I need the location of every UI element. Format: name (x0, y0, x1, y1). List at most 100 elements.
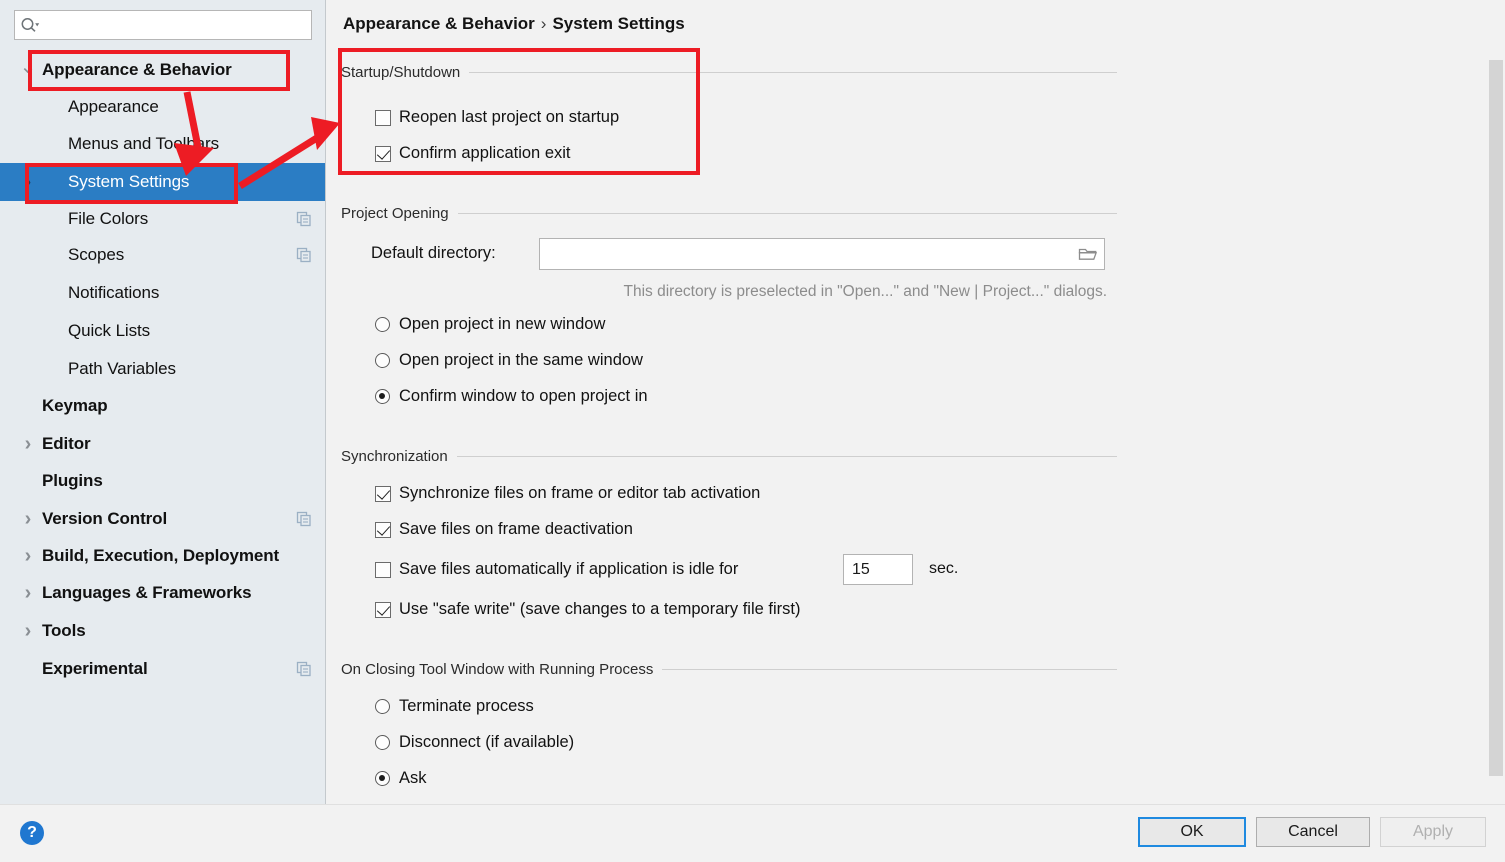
sidebar-item-appearance-behavior[interactable]: ⌄ Appearance & Behavior (0, 51, 325, 89)
radio-confirm-window-to-open[interactable]: Confirm window to open project in (375, 387, 648, 406)
checkbox-label: Confirm application exit (399, 144, 571, 162)
sidebar-item-quick-lists[interactable]: Quick Lists (0, 312, 325, 350)
checkbox-save-files-on-frame-deactivation[interactable]: Save files on frame deactivation (375, 520, 633, 539)
help-glyph: ? (27, 824, 37, 841)
ok-button[interactable]: OK (1138, 817, 1246, 847)
copy-documents-icon (296, 247, 312, 263)
radio-ask[interactable]: Ask (375, 769, 427, 788)
sidebar-item-label: Scopes (68, 245, 125, 264)
radio-label: Terminate process (399, 697, 534, 715)
apply-label: Apply (1412, 823, 1454, 840)
section-closing-tool-window: On Closing Tool Window with Running Proc… (341, 659, 1117, 679)
chevron-right-icon[interactable]: › (20, 508, 36, 530)
checkbox-box[interactable] (375, 485, 391, 502)
default-directory-label: Default directory: (371, 244, 496, 262)
sidebar-item-label: Build, Execution, Deployment (42, 546, 280, 565)
checkbox-synchronize-files-on-activation[interactable]: Synchronize files on frame or editor tab… (375, 484, 760, 503)
radio-button[interactable] (375, 317, 390, 332)
section-synchronization: Synchronization (341, 446, 1117, 466)
cancel-button[interactable]: Cancel (1256, 817, 1370, 847)
default-directory-field[interactable] (539, 238, 1105, 270)
checkbox-box[interactable] (375, 521, 391, 538)
radio-label: Open project in the same window (399, 351, 643, 369)
breadcrumb-separator-icon: › (540, 14, 547, 33)
default-directory-input[interactable] (544, 240, 1076, 268)
sidebar-item-label: Plugins (42, 471, 103, 490)
sidebar-item-keymap[interactable]: Keymap (0, 387, 325, 425)
radio-open-project-new-window[interactable]: Open project in new window (375, 315, 605, 334)
section-rule (457, 212, 1117, 214)
sidebar-item-editor[interactable]: › Editor (0, 425, 325, 463)
sidebar-item-system-settings[interactable]: › System Settings (0, 163, 325, 201)
chevron-right-icon[interactable]: › (20, 433, 36, 455)
checkbox-label: Use "safe write" (save changes to a temp… (399, 600, 801, 618)
sidebar-item-path-variables[interactable]: Path Variables (0, 350, 325, 388)
sidebar-item-version-control[interactable]: › Version Control (0, 500, 325, 538)
sidebar-item-label: Notifications (68, 283, 160, 302)
sidebar-item-label: Menus and Toolbars (68, 134, 219, 153)
sidebar-item-label: Path Variables (68, 359, 176, 378)
sidebar-item-menus-and-toolbars[interactable]: Menus and Toolbars (0, 125, 325, 163)
settings-sidebar: ⌄ Appearance & Behavior Appearance Menus an… (0, 0, 326, 804)
chevron-right-icon[interactable]: › (20, 582, 36, 604)
radio-button[interactable] (375, 735, 390, 750)
checkbox-box[interactable] (375, 561, 391, 578)
help-icon[interactable]: ? (20, 821, 44, 845)
chevron-right-icon[interactable]: › (20, 620, 36, 642)
checkbox-use-safe-write[interactable]: Use "safe write" (save changes to a temp… (375, 600, 800, 619)
checkbox-confirm-application-exit[interactable]: Confirm application exit (375, 144, 571, 163)
settings-dialog: ⌄ Appearance & Behavior Appearance Menus an… (0, 0, 1505, 862)
radio-terminate-process[interactable]: Terminate process (375, 697, 534, 716)
section-title-closing-tool-window: On Closing Tool Window with Running Proc… (341, 660, 654, 678)
breadcrumb-leaf: System Settings (552, 14, 685, 33)
checkbox-box[interactable] (375, 109, 391, 126)
sidebar-item-label: Languages & Frameworks (42, 583, 252, 602)
breadcrumb-root[interactable]: Appearance & Behavior (343, 14, 535, 33)
checkbox-save-files-automatically-idle[interactable]: Save files automatically if application … (375, 560, 738, 579)
vertical-scrollbar-thumb[interactable] (1489, 60, 1503, 776)
radio-disconnect-if-available[interactable]: Disconnect (if available) (375, 733, 574, 752)
chevron-right-icon[interactable]: › (20, 545, 36, 567)
sidebar-item-label: Tools (42, 621, 86, 640)
sidebar-item-appearance[interactable]: Appearance (0, 88, 325, 126)
settings-main-panel: Appearance & Behavior › System Settings St… (327, 0, 1505, 804)
section-startup-shutdown: Startup/Shutdown (341, 62, 1117, 82)
checkbox-box[interactable] (375, 145, 391, 162)
seconds-unit-label: sec. (929, 560, 959, 577)
search-input[interactable] (45, 12, 311, 38)
sidebar-item-experimental[interactable]: Experimental (0, 650, 325, 688)
sidebar-item-scopes[interactable]: Scopes (0, 236, 325, 274)
sidebar-item-file-colors[interactable]: File Colors (0, 200, 325, 238)
checkbox-box[interactable] (375, 601, 391, 618)
sidebar-item-label: Editor (42, 434, 91, 453)
radio-button[interactable] (375, 699, 390, 714)
section-rule (456, 455, 1117, 457)
sidebar-item-notifications[interactable]: Notifications (0, 274, 325, 312)
sidebar-item-label: Keymap (42, 396, 108, 415)
radio-button[interactable] (375, 353, 390, 368)
sidebar-item-plugins[interactable]: Plugins (0, 462, 325, 500)
sidebar-item-label: Experimental (42, 659, 148, 678)
section-title-synchronization: Synchronization (341, 447, 448, 465)
idle-seconds-field[interactable] (843, 554, 913, 585)
checkbox-label: Synchronize files on frame or editor tab… (399, 484, 761, 502)
idle-seconds-input[interactable] (844, 556, 912, 583)
sidebar-item-build-execution-deployment[interactable]: › Build, Execution, Deployment (0, 537, 325, 575)
sidebar-item-languages-frameworks[interactable]: › Languages & Frameworks (0, 574, 325, 612)
radio-button[interactable] (375, 389, 390, 404)
radio-label: Confirm window to open project in (399, 387, 648, 405)
checkbox-reopen-last-project[interactable]: Reopen last project on startup (375, 108, 619, 127)
chevron-right-icon[interactable]: › (20, 171, 36, 193)
copy-documents-icon (296, 511, 312, 527)
default-directory-hint: This directory is preselected in "Open..… (623, 283, 1108, 300)
radio-button[interactable] (375, 771, 390, 786)
sidebar-item-tools[interactable]: › Tools (0, 612, 325, 650)
section-rule (469, 71, 1117, 73)
radio-open-project-same-window[interactable]: Open project in the same window (375, 351, 643, 370)
folder-icon[interactable] (1076, 246, 1100, 262)
section-title-project-opening: Project Opening (341, 204, 449, 222)
section-title-startup: Startup/Shutdown (341, 63, 461, 81)
chevron-down-icon[interactable]: ⌄ (20, 56, 37, 78)
breadcrumb: Appearance & Behavior › System Settings (343, 14, 685, 34)
search-box[interactable] (14, 10, 312, 40)
